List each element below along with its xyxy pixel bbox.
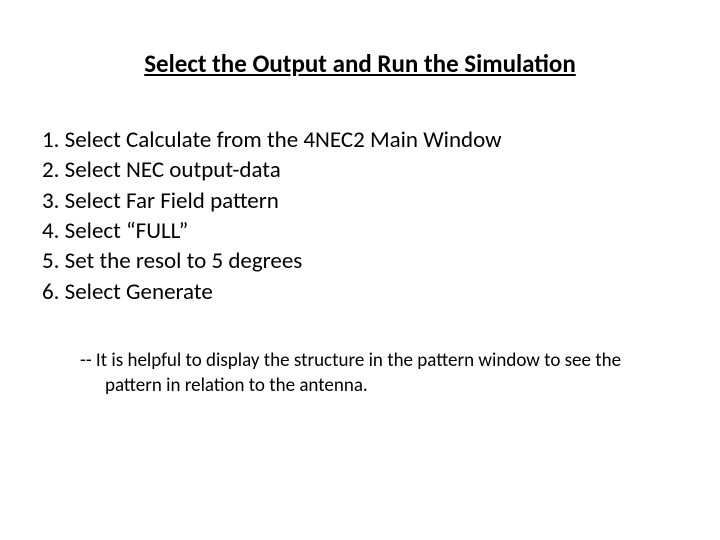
- step-item: 6. Select Generate: [42, 277, 680, 307]
- step-item: 5. Set the resol to 5 degrees: [42, 246, 680, 276]
- step-item: 1. Select Calculate from the 4NEC2 Main …: [42, 125, 680, 155]
- step-item: 2. Select NEC output-data: [42, 155, 680, 185]
- page-title: Select the Output and Run the Simulation: [40, 48, 680, 79]
- note-text: -- It is helpful to display the structur…: [40, 349, 680, 398]
- step-item: 3. Select Far Field pattern: [42, 186, 680, 216]
- note-body: -- It is helpful to display the structur…: [80, 349, 660, 398]
- step-item: 4. Select “FULL”: [42, 216, 680, 246]
- steps-list: 1. Select Calculate from the 4NEC2 Main …: [40, 125, 680, 307]
